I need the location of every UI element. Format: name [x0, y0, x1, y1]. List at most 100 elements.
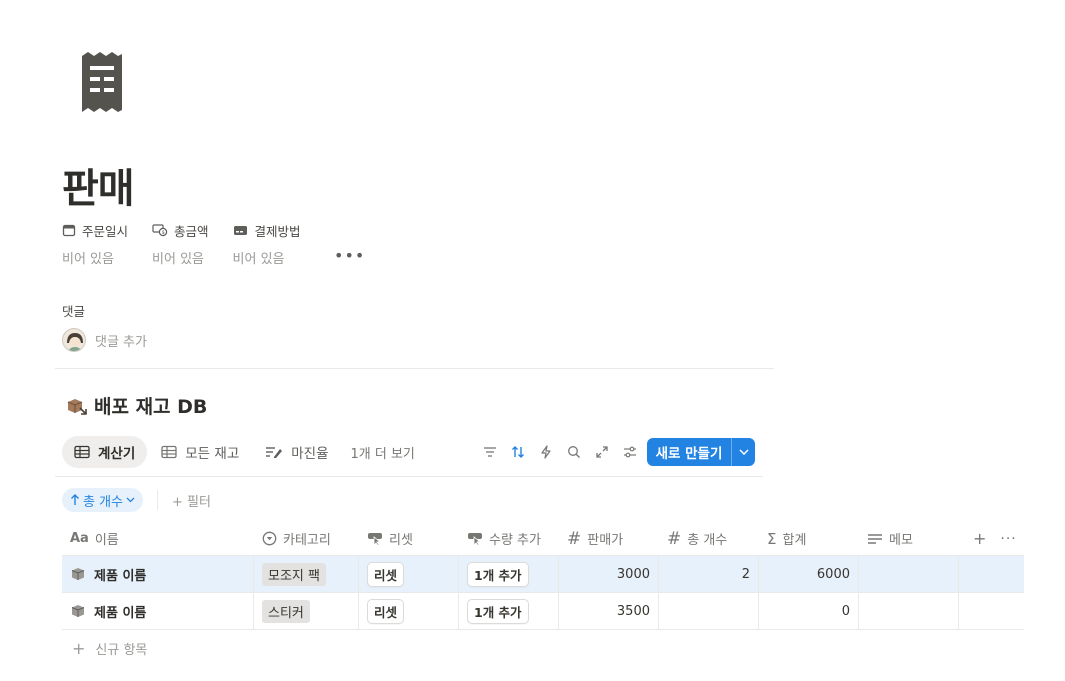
column-header-price[interactable]: # 판매가	[559, 522, 659, 555]
add-one-button[interactable]: 1개 추가	[467, 561, 529, 587]
tab-label: 계산기	[98, 446, 136, 462]
column-label: 리셋	[389, 533, 413, 548]
column-header-reset[interactable]: 리셋	[359, 522, 459, 555]
cell-add-quantity: 1개 추가	[459, 556, 559, 592]
tab-calculator[interactable]: 계산기	[62, 436, 148, 468]
cell-memo[interactable]	[859, 593, 959, 629]
button-icon	[468, 533, 482, 546]
new-row-label: 신규 항목	[95, 642, 148, 658]
property-order-date[interactable]: 주문일시 비어 있음	[62, 220, 128, 268]
comments-label: 댓글	[62, 304, 86, 319]
settings-icon[interactable]	[616, 438, 644, 466]
cell-sum[interactable]: 0	[759, 593, 859, 629]
title-icon: Aa	[70, 531, 89, 546]
property-value[interactable]: 비어 있음	[152, 248, 209, 267]
money-icon: $	[152, 224, 168, 237]
property-value[interactable]: 비어 있음	[62, 248, 128, 267]
add-filter-button[interactable]: + 필터	[172, 491, 211, 510]
database-table: Aa 이름 카테고리 리셋 수량 추가 # 판매가 # 총 개수 Σ 합계 메모…	[62, 522, 1024, 666]
cell-sum[interactable]: 6000	[759, 556, 859, 592]
page-title[interactable]: 판매	[62, 156, 135, 214]
category-tag: 스티커	[262, 599, 310, 623]
column-header-sum[interactable]: Σ 합계	[759, 522, 859, 555]
more-properties-button[interactable]: •••	[334, 246, 365, 265]
row-title[interactable]: 제품 이름	[94, 565, 146, 584]
new-button-label[interactable]: 새로 만들기	[647, 442, 731, 462]
tab-all-inventory[interactable]: 모든 재고	[149, 436, 251, 468]
reset-button[interactable]: 리셋	[367, 561, 405, 587]
column-header-actions: + ···	[959, 522, 1024, 555]
column-label: 메모	[889, 533, 913, 548]
column-label: 총 개수	[687, 533, 728, 548]
cell-reset: 리셋	[359, 593, 459, 629]
comment-input-row[interactable]: 댓글 추가	[62, 328, 147, 352]
sort-icon[interactable]	[504, 438, 532, 466]
more-views-button[interactable]: 1개 더 보기	[351, 443, 415, 462]
receipt-icon[interactable]	[78, 50, 126, 114]
cell-category[interactable]: 스티커	[254, 593, 359, 629]
number-icon: #	[567, 528, 582, 549]
property-payment-method[interactable]: 결제방법 비어 있음	[233, 220, 301, 268]
package-icon	[67, 398, 87, 415]
chevron-down-icon	[126, 497, 135, 503]
select-icon	[262, 531, 277, 546]
cell-empty	[959, 593, 1024, 629]
svg-text:$: $	[162, 230, 165, 236]
search-icon[interactable]	[560, 438, 588, 466]
database-title[interactable]: 배포 재고 DB	[94, 392, 207, 419]
column-header-add-quantity[interactable]: 수량 추가	[459, 522, 559, 555]
cell-add-quantity: 1개 추가	[459, 593, 559, 629]
reset-button[interactable]: 리셋	[367, 598, 405, 624]
column-label: 이름	[94, 533, 119, 548]
column-label: 판매가	[587, 533, 624, 548]
property-name: 총금액	[174, 223, 209, 239]
avatar	[62, 328, 86, 352]
cell-category[interactable]: 모조지 팩	[254, 556, 359, 592]
cell-price[interactable]: 3000	[559, 556, 659, 592]
table-icon	[161, 445, 177, 459]
new-row-button[interactable]: + 신규 항목	[62, 630, 1024, 666]
column-header-name[interactable]: Aa 이름	[62, 522, 254, 555]
cell-total-count[interactable]: 2	[659, 556, 759, 592]
row-title[interactable]: 제품 이름	[94, 602, 146, 621]
column-label: 카테고리	[283, 533, 331, 548]
expand-icon[interactable]	[588, 438, 616, 466]
package-icon	[71, 568, 85, 580]
column-header-memo[interactable]: 메모	[859, 522, 959, 555]
cell-name[interactable]: 제품 이름	[62, 556, 254, 592]
tab-margin-rate[interactable]: 마진율	[253, 436, 340, 468]
column-header-category[interactable]: 카테고리	[254, 522, 359, 555]
arrow-up-icon	[71, 494, 79, 505]
comment-input[interactable]: 댓글 추가	[95, 331, 147, 350]
table-header: Aa 이름 카테고리 리셋 수량 추가 # 판매가 # 총 개수 Σ 합계 메모…	[62, 522, 1024, 556]
chevron-down-icon[interactable]	[732, 449, 755, 455]
cell-name[interactable]: 제품 이름	[62, 593, 254, 629]
cell-total-count[interactable]	[659, 593, 759, 629]
table-row[interactable]: 제품 이름 스티커 리셋 1개 추가 3500 0	[62, 593, 1024, 630]
add-one-button[interactable]: 1개 추가	[467, 598, 529, 624]
button-icon	[368, 533, 382, 546]
chart-edit-icon	[266, 447, 283, 458]
add-column-icon[interactable]: +	[973, 529, 986, 548]
filter-icon[interactable]	[476, 438, 504, 466]
more-options-icon[interactable]: ···	[1000, 531, 1016, 547]
column-label: 합계	[782, 533, 807, 548]
cell-reset: 리셋	[359, 556, 459, 592]
divider	[55, 476, 763, 477]
new-button[interactable]: 새로 만들기	[647, 438, 755, 466]
tab-label: 마진율	[291, 446, 329, 462]
sort-filter-bar: 총 개수 + 필터	[62, 488, 211, 512]
number-icon: #	[667, 528, 682, 549]
cell-memo[interactable]	[859, 556, 959, 592]
calendar-icon	[62, 224, 76, 237]
table-row[interactable]: 제품 이름 모조지 팩 리셋 1개 추가 3000 2 6000	[62, 556, 1024, 593]
property-value[interactable]: 비어 있음	[233, 248, 301, 267]
property-total-amount[interactable]: $ 총금액 비어 있음	[152, 220, 209, 268]
lightning-icon[interactable]	[532, 438, 560, 466]
cell-price[interactable]: 3500	[559, 593, 659, 629]
sort-pill[interactable]: 총 개수	[62, 488, 144, 512]
page-properties: 주문일시 비어 있음 $ 총금액 비어 있음 결제방법 비어 있음 •••	[62, 220, 364, 268]
view-tabs: 계산기 모든 재고 마진율 1개 더 보기	[62, 436, 415, 468]
database-toolbar	[476, 438, 644, 466]
column-header-total-count[interactable]: # 총 개수	[659, 522, 759, 555]
